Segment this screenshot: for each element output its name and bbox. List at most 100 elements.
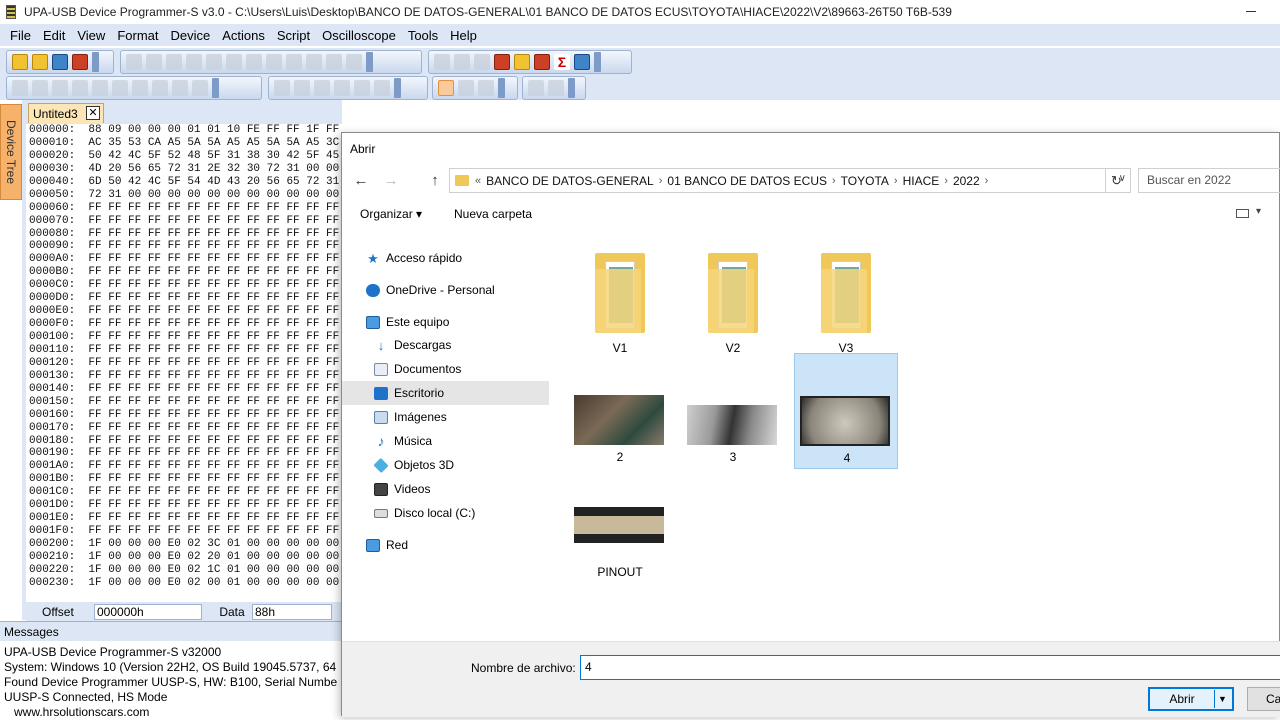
toolbar-overflow-icon[interactable] [568, 78, 575, 98]
toolbar-overflow-icon[interactable] [212, 78, 219, 98]
nav-item-onedrive[interactable]: OneDrive - Personal [342, 278, 549, 302]
up-arrow-icon[interactable]: ↑ [426, 172, 444, 190]
hex-row[interactable]: 0001E0: FF FF FF FF FF FF FF FF FF FF FF… [26, 512, 342, 525]
hex-row[interactable]: 000030: 4D 20 56 65 72 31 2E 32 30 72 31… [26, 163, 342, 176]
measure-icon[interactable] [478, 80, 494, 96]
open-folder-icon[interactable] [32, 54, 48, 70]
refresh-icon[interactable]: ↻ [1105, 168, 1127, 193]
menu-file[interactable]: File [4, 28, 37, 43]
nav-item-local-disk[interactable]: Disco local (C:) [342, 501, 549, 525]
hex-row[interactable]: 0000A0: FF FF FF FF FF FF FF FF FF FF FF… [26, 253, 342, 266]
menu-view[interactable]: View [71, 28, 111, 43]
hex-row[interactable]: 000120: FF FF FF FF FF FF FF FF FF FF FF… [26, 357, 342, 370]
data-field[interactable]: 88h [252, 604, 332, 620]
move-icon[interactable] [72, 80, 88, 96]
breadcrumb-item[interactable]: TOYOTA [836, 174, 894, 188]
hex-row[interactable]: 000130: FF FF FF FF FF FF FF FF FF FF FF… [26, 370, 342, 383]
view-grid-icon[interactable] [374, 80, 390, 96]
forward-arrow-icon[interactable]: → [382, 172, 400, 190]
filename-input[interactable]: 4 [580, 655, 1280, 680]
chevron-down-icon[interactable]: ▾ [1256, 206, 1261, 217]
new-folder-button[interactable]: Nueva carpeta [454, 207, 532, 221]
menu-device[interactable]: Device [164, 28, 216, 43]
menu-help[interactable]: Help [444, 28, 483, 43]
toolbar-overflow-icon[interactable] [92, 52, 99, 72]
cut-icon[interactable] [166, 54, 182, 70]
last-icon[interactable] [152, 80, 168, 96]
hex-row[interactable]: 0000E0: FF FF FF FF FF FF FF FF FF FF FF… [26, 305, 342, 318]
toolbar-overflow-icon[interactable] [594, 52, 601, 72]
view-text-icon[interactable] [294, 80, 310, 96]
zoom-icon[interactable] [458, 80, 474, 96]
nav-item-network[interactable]: Red [342, 533, 549, 557]
undo-icon[interactable] [126, 54, 142, 70]
nav-item-pictures[interactable]: Imágenes [342, 405, 549, 429]
checksum-icon[interactable] [346, 54, 362, 70]
copy-icon[interactable] [186, 54, 202, 70]
record-icon[interactable] [172, 80, 188, 96]
sigma-icon[interactable]: Σ [554, 54, 570, 70]
image-item-pinout[interactable]: PINOUT [568, 487, 672, 583]
hex-row[interactable]: 000210: 1F 00 00 00 E0 02 20 01 00 00 00… [26, 551, 342, 564]
nav-item-documents[interactable]: Documentos [342, 357, 549, 381]
hex-row[interactable]: 0000D0: FF FF FF FF FF FF FF FF FF FF FF… [26, 292, 342, 305]
wand-icon[interactable] [32, 80, 48, 96]
hex-row[interactable]: 000200: 1F 00 00 00 E0 02 3C 01 00 00 00… [26, 538, 342, 551]
offset-field[interactable]: 000000h [94, 604, 202, 620]
folder-item-v2[interactable]: V2 [681, 241, 785, 357]
hex-row[interactable]: 000230: 1F 00 00 00 E0 02 00 01 00 00 00… [26, 577, 342, 590]
breadcrumb-item[interactable]: 2022 [948, 174, 985, 188]
view-hex-icon[interactable] [274, 80, 290, 96]
goto-icon[interactable] [286, 54, 302, 70]
view-bin-icon[interactable] [314, 80, 330, 96]
find-icon[interactable] [246, 54, 262, 70]
stop-icon[interactable] [548, 80, 564, 96]
hex-row[interactable]: 000190: FF FF FF FF FF FF FF FF FF FF FF… [26, 447, 342, 460]
menu-oscilloscope[interactable]: Oscilloscope [316, 28, 402, 43]
menu-script[interactable]: Script [271, 28, 316, 43]
verify-icon[interactable] [474, 54, 490, 70]
hex-row[interactable]: 0000C0: FF FF FF FF FF FF FF FF FF FF FF… [26, 279, 342, 292]
hex-row[interactable]: 000160: FF FF FF FF FF FF FF FF FF FF FF… [26, 409, 342, 422]
folder-item-v1[interactable]: V1 [568, 241, 672, 357]
save-as-icon[interactable] [72, 54, 88, 70]
toolbar-overflow-icon[interactable] [394, 78, 401, 98]
open-button[interactable]: Abrir ▼ [1148, 687, 1234, 711]
hex-row[interactable]: 000140: FF FF FF FF FF FF FF FF FF FF FF… [26, 383, 342, 396]
menu-actions[interactable]: Actions [216, 28, 271, 43]
bug-icon[interactable] [534, 54, 550, 70]
cancel-button[interactable]: Ca [1247, 687, 1280, 711]
hex-row[interactable]: 000010: AC 35 53 CA A5 5A 5A A5 A5 5A 5A… [26, 137, 342, 150]
hex-row[interactable]: 000170: FF FF FF FF FF FF FF FF FF FF FF… [26, 422, 342, 435]
stop-record-icon[interactable] [192, 80, 208, 96]
breadcrumb-item[interactable]: HIACE [898, 174, 945, 188]
compare-icon[interactable] [326, 54, 342, 70]
hex-row[interactable]: 000000: 88 09 00 00 00 01 01 10 FE FF FF… [26, 124, 342, 137]
redo-icon[interactable] [146, 54, 162, 70]
hex-row[interactable]: 0001D0: FF FF FF FF FF FF FF FF FF FF FF… [26, 499, 342, 512]
first-icon[interactable] [92, 80, 108, 96]
pointer-icon[interactable] [438, 80, 454, 96]
device-tree-tab[interactable]: Device Tree [0, 104, 22, 200]
hex-row[interactable]: 0000B0: FF FF FF FF FF FF FF FF FF FF FF… [26, 266, 342, 279]
image-item-2[interactable]: 2 [568, 353, 672, 469]
image-item-4[interactable]: 4 [794, 353, 898, 469]
hex-row[interactable]: 000060: FF FF FF FF FF FF FF FF FF FF FF… [26, 202, 342, 215]
hex-row[interactable]: 0000F0: FF FF FF FF FF FF FF FF FF FF FF… [26, 318, 342, 331]
hex-row[interactable]: 0001F0: FF FF FF FF FF FF FF FF FF FF FF… [26, 525, 342, 538]
nav-item-this-pc[interactable]: Este equipo [342, 310, 549, 334]
hex-row[interactable]: 000220: 1F 00 00 00 E0 02 1C 01 00 00 00… [26, 564, 342, 577]
hex-row[interactable]: 000070: FF FF FF FF FF FF FF FF FF FF FF… [26, 215, 342, 228]
minimize-icon[interactable] [1246, 11, 1256, 12]
image-item-3[interactable]: 3 [681, 353, 785, 469]
save-icon[interactable] [52, 54, 68, 70]
paste-icon[interactable] [206, 54, 222, 70]
hex-row[interactable]: 000020: 50 42 4C 5F 52 48 5F 31 38 30 42… [26, 150, 342, 163]
next-icon[interactable] [132, 80, 148, 96]
pin-icon[interactable] [12, 80, 28, 96]
nav-item-downloads[interactable]: ↓ Descargas [342, 333, 549, 357]
hex-row[interactable]: 0001B0: FF FF FF FF FF FF FF FF FF FF FF… [26, 473, 342, 486]
view-cols-icon[interactable] [334, 80, 350, 96]
hex-row[interactable]: 000090: FF FF FF FF FF FF FF FF FF FF FF… [26, 240, 342, 253]
select-region-icon[interactable] [52, 80, 68, 96]
